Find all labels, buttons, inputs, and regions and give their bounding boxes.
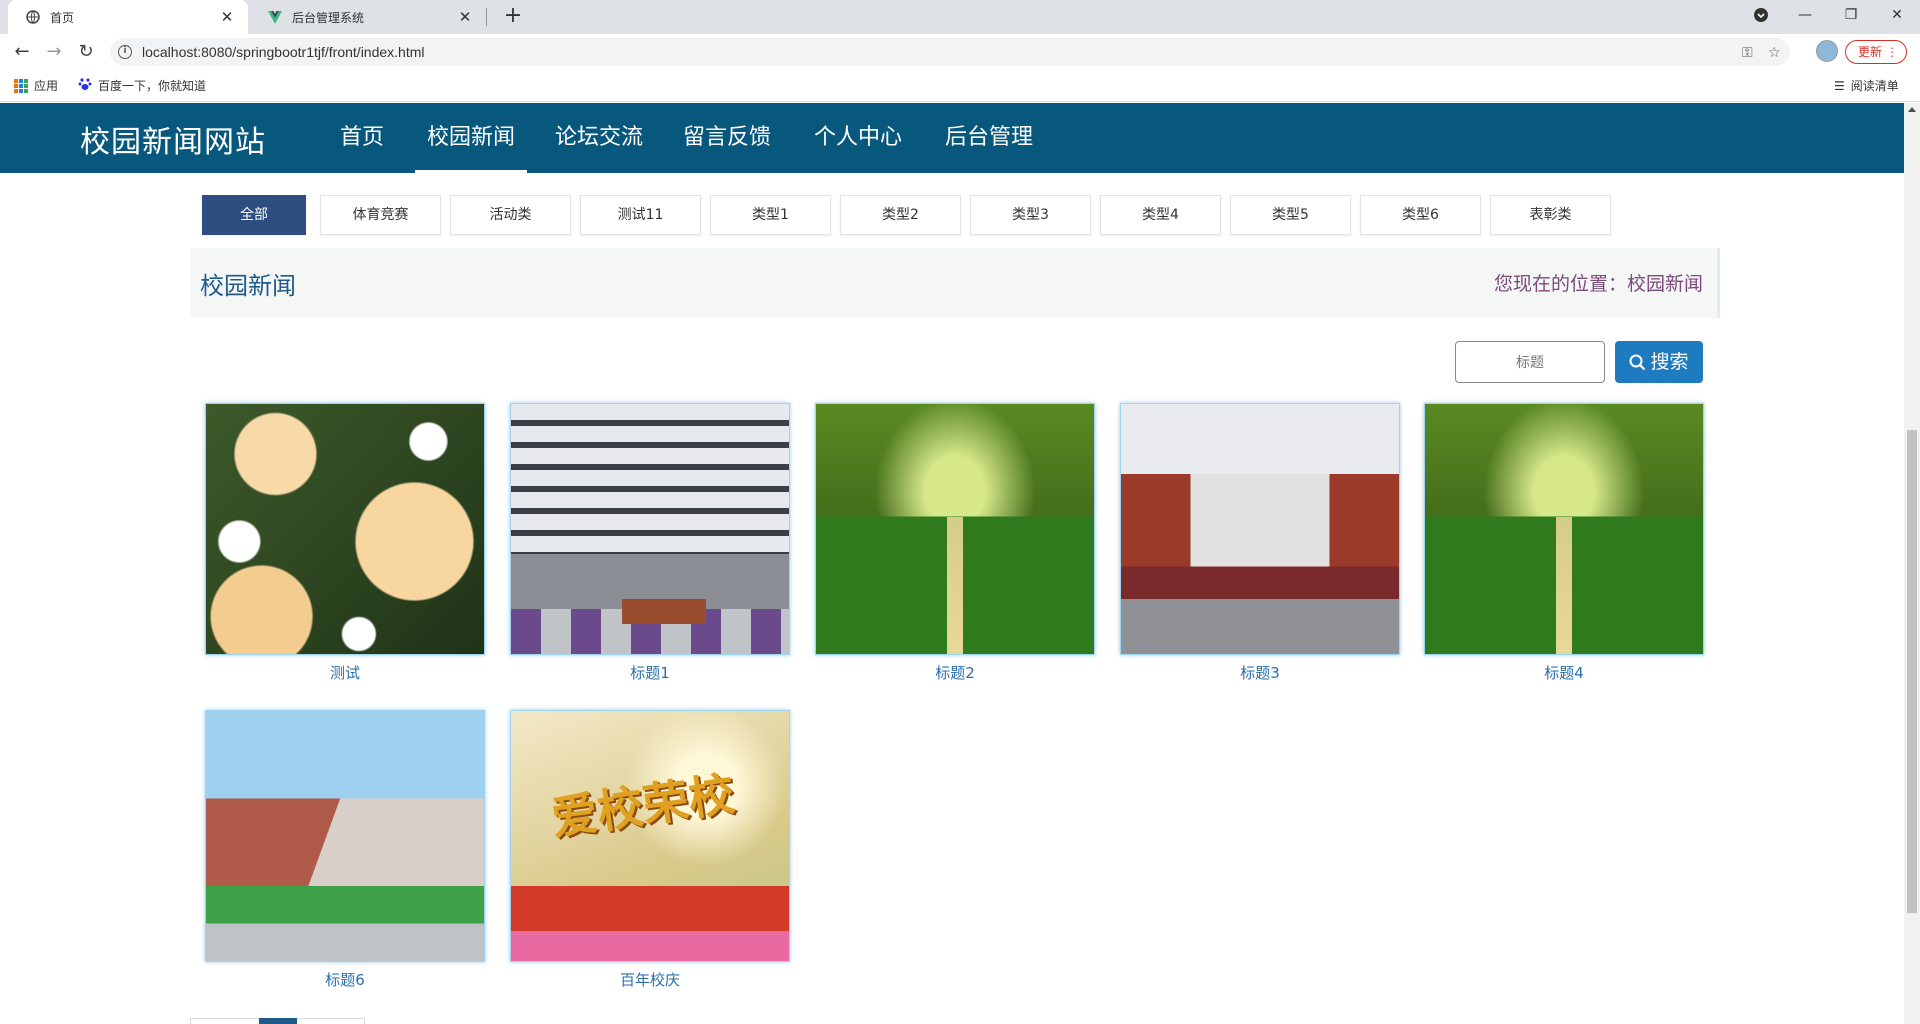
tab-title: 后台管理系统 (292, 10, 365, 25)
vue-logo-icon (268, 10, 282, 24)
new-tab-button[interactable]: + (500, 4, 526, 30)
category-tab[interactable]: 类型6 (1360, 195, 1481, 235)
restore-icon[interactable]: ❐ (1828, 0, 1874, 30)
category-tab[interactable]: 类型1 (710, 195, 831, 235)
bookmark-label: 百度一下，你就知道 (98, 79, 207, 93)
nav-home[interactable]: 首页 (328, 103, 396, 173)
nav-forum[interactable]: 论坛交流 (543, 103, 655, 173)
nav-admin[interactable]: 后台管理 (933, 103, 1045, 173)
category-tab[interactable]: 类型3 (970, 195, 1091, 235)
current-page-button[interactable] (259, 1018, 297, 1024)
category-tab[interactable]: 活动类 (450, 195, 571, 235)
key-icon[interactable]: ⚿ (1742, 45, 1753, 61)
tab-separator (486, 8, 487, 26)
browser-tab-admin[interactable]: 后台管理系统 ✕ (250, 0, 486, 34)
category-tab[interactable]: 测试11 (580, 195, 701, 235)
info-icon[interactable]: i (118, 45, 132, 59)
category-tab[interactable]: 体育竞赛 (320, 195, 441, 235)
news-thumbnail[interactable] (1120, 403, 1400, 655)
news-card[interactable]: 标题1 (510, 403, 790, 683)
baidu-paw-icon (78, 77, 92, 94)
url-text: localhost:8080/springbootr1tjf/front/ind… (142, 44, 425, 60)
news-title[interactable]: 测试 (205, 662, 485, 683)
globe-icon (26, 10, 40, 24)
category-tab[interactable]: 表彰类 (1490, 195, 1611, 235)
news-thumbnail[interactable] (1424, 403, 1704, 655)
news-card[interactable]: 标题6 (205, 710, 485, 990)
tab-title: 首页 (50, 10, 75, 25)
update-button[interactable]: 更新 ⋮ (1845, 40, 1907, 64)
news-thumbnail[interactable] (205, 403, 485, 655)
news-title[interactable]: 标题2 (815, 662, 1095, 683)
back-arrow-icon[interactable]: ← (10, 40, 34, 64)
news-card[interactable]: 标题2 (815, 403, 1095, 683)
nav-user-center[interactable]: 个人中心 (802, 103, 914, 173)
bookmark-apps[interactable]: 应用 (14, 77, 58, 94)
news-thumbnail[interactable] (205, 710, 485, 962)
bookmarks-bar: 应用 百度一下，你就知道 ☰ 阅读清单 (0, 70, 1920, 102)
search-icon (1629, 354, 1646, 370)
news-thumbnail[interactable] (510, 403, 790, 655)
category-tab[interactable]: 类型4 (1100, 195, 1221, 235)
search-button[interactable]: 搜索 (1615, 341, 1703, 383)
forward-arrow-icon[interactable]: → (42, 40, 66, 64)
browser-toolbar: ← → ↻ i localhost:8080/springbootr1tjf/f… (0, 34, 1920, 70)
news-card[interactable]: 标题4 (1424, 403, 1704, 683)
site-brand[interactable]: 校园新闻网站 (80, 117, 266, 161)
reading-list[interactable]: ☰ 阅读清单 (1834, 77, 1899, 94)
title-search-input[interactable] (1455, 341, 1605, 383)
site-navbar: 校园新闻网站 首页 校园新闻 论坛交流 留言反馈 个人中心 后台管理 (0, 103, 1904, 173)
address-bar[interactable]: i localhost:8080/springbootr1tjf/front/i… (110, 38, 1790, 66)
page-scrollbar[interactable] (1904, 103, 1920, 1024)
news-card[interactable]: 爱校荣校 百年校庆 (510, 710, 790, 990)
star-bookmark-icon[interactable]: ☆ (1768, 45, 1781, 61)
reading-list-label: 阅读清单 (1850, 79, 1899, 93)
section-title-bar: 校园新闻 您现在的位置：校园新闻 (190, 248, 1720, 318)
bookmark-label: 应用 (34, 79, 59, 93)
search-button-label: 搜索 (1650, 351, 1689, 373)
news-title[interactable]: 标题3 (1120, 662, 1400, 683)
window-close-icon[interactable]: ✕ (1874, 0, 1920, 30)
news-title[interactable]: 百年校庆 (510, 969, 790, 990)
reading-list-icon: ☰ (1834, 78, 1845, 93)
news-title[interactable]: 标题6 (205, 969, 485, 990)
minimize-icon[interactable]: — (1782, 0, 1828, 30)
page-title: 校园新闻 (200, 272, 296, 300)
tab-search-icon[interactable] (1738, 0, 1784, 30)
category-tab[interactable]: 类型5 (1230, 195, 1351, 235)
apps-grid-icon (14, 78, 28, 93)
nav-campus-news[interactable]: 校园新闻 (415, 103, 528, 173)
news-thumbnail[interactable] (815, 403, 1095, 655)
category-tab[interactable]: 类型2 (840, 195, 961, 235)
news-title[interactable]: 标题1 (510, 662, 790, 683)
reload-icon[interactable]: ↻ (74, 40, 98, 64)
news-card[interactable]: 标题3 (1120, 403, 1400, 683)
anniversary-banner-text: 爱校荣校 (548, 766, 738, 846)
scroll-up-arrow-icon[interactable] (1908, 107, 1916, 112)
news-card[interactable]: 测试 (205, 403, 485, 683)
news-thumbnail[interactable]: 爱校荣校 (510, 710, 790, 962)
nav-feedback[interactable]: 留言反馈 (671, 103, 783, 173)
pagination (190, 1018, 365, 1024)
profile-avatar[interactable] (1816, 40, 1838, 62)
news-title[interactable]: 标题4 (1424, 662, 1704, 683)
bookmark-baidu[interactable]: 百度一下，你就知道 (78, 77, 206, 94)
scrollbar-thumb[interactable] (1907, 430, 1917, 913)
page-viewport: 校园新闻网站 首页 校园新闻 论坛交流 留言反馈 个人中心 后台管理 全部 体育… (0, 103, 1904, 1024)
menu-dots-icon: ⋮ (1886, 45, 1898, 59)
update-label: 更新 (1858, 45, 1883, 59)
category-tab-all[interactable]: 全部 (202, 195, 306, 235)
close-tab-icon[interactable]: ✕ (218, 8, 236, 26)
close-tab-icon[interactable]: ✕ (456, 8, 474, 26)
breadcrumb: 您现在的位置：校园新闻 (1493, 273, 1703, 295)
browser-tab-home[interactable]: 首页 ✕ (8, 0, 248, 34)
browser-tab-strip: 首页 ✕ 后台管理系统 ✕ + — ❐ ✕ (0, 0, 1920, 34)
